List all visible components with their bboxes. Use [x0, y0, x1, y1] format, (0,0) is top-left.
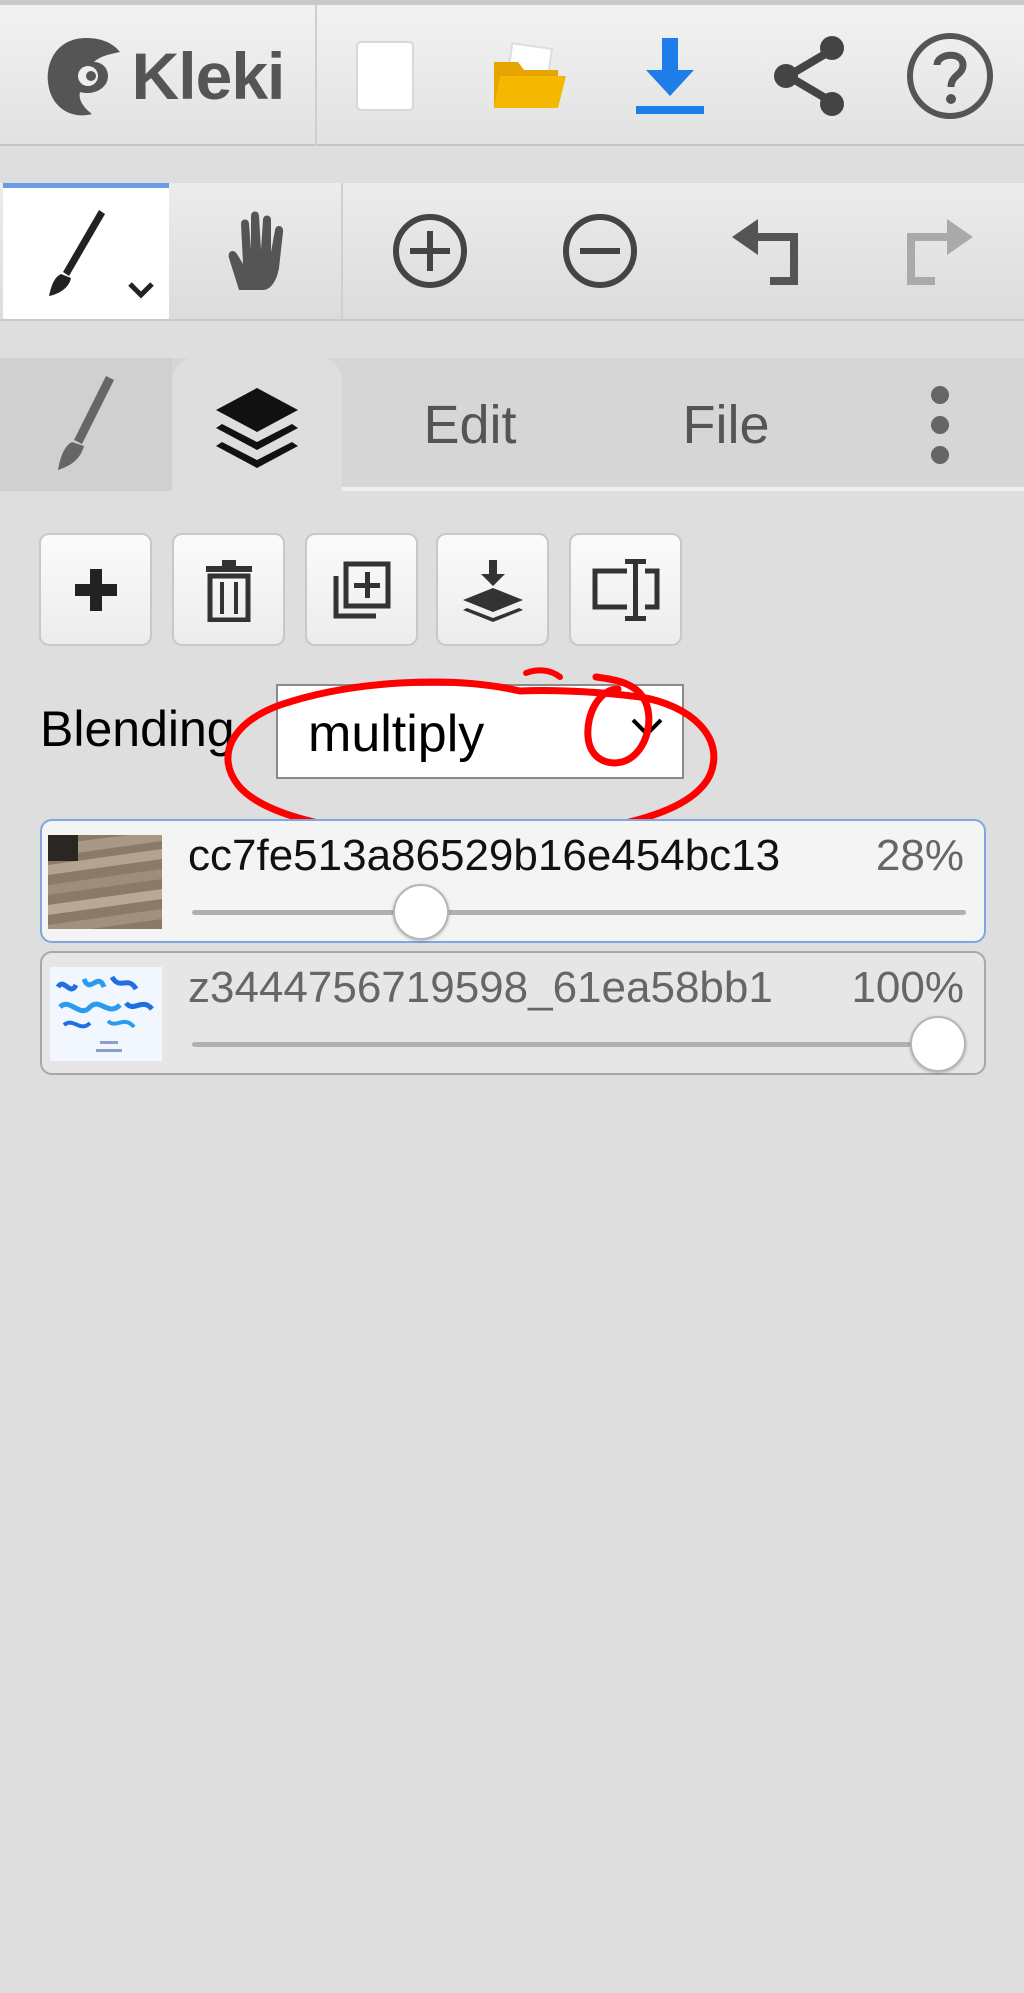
kleki-logo: Kleki [20, 5, 300, 146]
share-icon [774, 35, 844, 116]
duplicate-icon [333, 561, 390, 618]
logo-text: Kleki [131, 38, 286, 113]
tab-edit[interactable]: Edit [380, 358, 560, 491]
tab-brush-settings[interactable] [0, 358, 172, 491]
save-download-button[interactable] [610, 5, 730, 146]
layer-thumbnail [48, 835, 162, 929]
top-bar: Kleki [0, 0, 1024, 146]
help-button[interactable] [890, 5, 1010, 146]
duplicate-layer-button[interactable] [305, 533, 418, 646]
layer-item[interactable]: z3444756719598_61ea58bb1 100% [40, 951, 986, 1075]
merge-down-icon [462, 559, 523, 622]
undo-icon [732, 219, 798, 285]
tab-file[interactable]: File [636, 358, 816, 491]
layer-item[interactable]: cc7fe513a86529b16e454bc13 28% [40, 819, 986, 943]
layer-opacity-label: 100% [851, 963, 964, 1012]
redo-button[interactable] [875, 183, 995, 319]
tab-edit-label: Edit [423, 394, 517, 455]
trash-icon [205, 559, 252, 622]
plus-icon [74, 568, 117, 611]
kleki-logo-icon [47, 37, 120, 115]
zoom-in-button[interactable] [370, 183, 490, 319]
folder-open-icon [494, 41, 566, 108]
layers-icon [216, 387, 298, 468]
opacity-slider-knob[interactable] [393, 884, 449, 940]
panel-tabs: Edit File [0, 358, 1024, 491]
tab-file-label: File [682, 394, 770, 455]
merge-layer-button[interactable] [436, 533, 549, 646]
share-button[interactable] [750, 5, 870, 146]
brush-icon [58, 375, 114, 470]
new-image-button[interactable] [325, 5, 445, 146]
undo-button[interactable] [710, 183, 830, 319]
chevron-down-icon [128, 282, 154, 299]
hand-tool-button[interactable] [190, 183, 320, 319]
more-vertical-icon [931, 385, 949, 464]
delete-layer-button[interactable] [172, 533, 285, 646]
rename-layer-button[interactable] [569, 533, 682, 646]
blending-label: Blending [40, 701, 235, 757]
tool-bar [0, 183, 1024, 321]
add-layer-button[interactable] [39, 533, 152, 646]
download-icon [636, 37, 704, 114]
opacity-slider-knob[interactable] [910, 1016, 966, 1072]
layer-name: cc7fe513a86529b16e454bc13 [188, 831, 781, 880]
rename-icon [592, 558, 659, 621]
layer-name: z3444756719598_61ea58bb1 [188, 963, 773, 1012]
tab-layers[interactable] [172, 358, 342, 491]
help-icon [907, 32, 993, 119]
redo-icon [907, 219, 973, 285]
hand-icon [228, 211, 284, 290]
open-file-button[interactable] [470, 5, 590, 146]
opacity-slider[interactable] [192, 884, 966, 940]
zoom-out-button[interactable] [540, 183, 660, 319]
zoom-in-icon [393, 214, 467, 288]
layer-thumbnail [50, 967, 162, 1061]
new-file-icon [356, 40, 414, 111]
layer-opacity-label: 28% [875, 831, 964, 880]
tab-more[interactable] [900, 358, 980, 491]
brush-tool-button[interactable] [3, 183, 169, 319]
zoom-out-icon [563, 214, 637, 288]
opacity-slider[interactable] [192, 1016, 966, 1072]
